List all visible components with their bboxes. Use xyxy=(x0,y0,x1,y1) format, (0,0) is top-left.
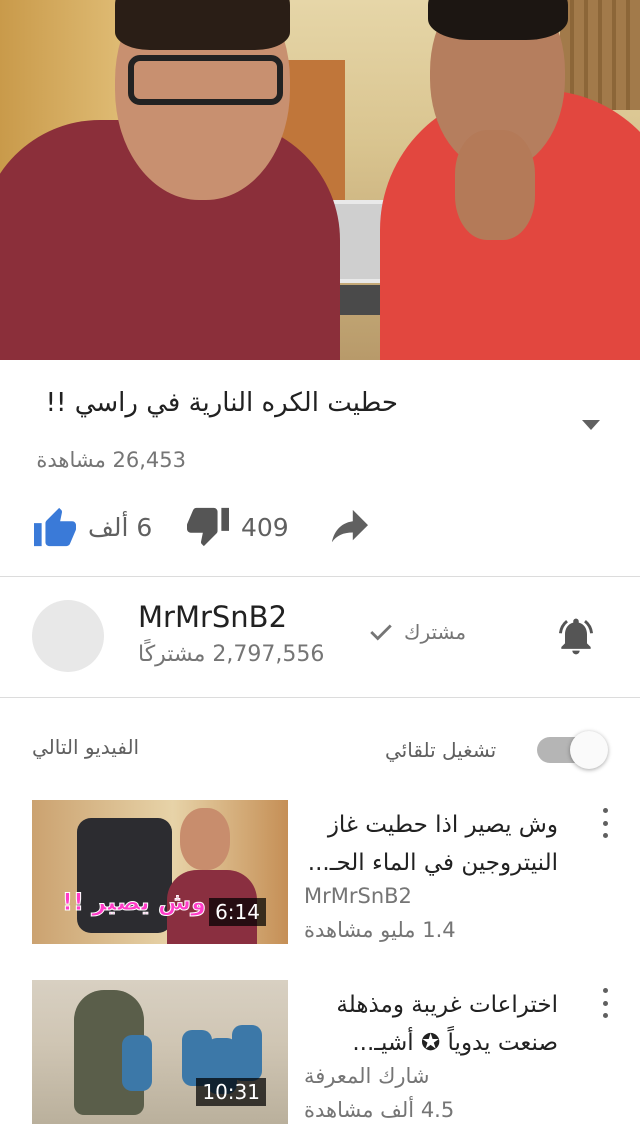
action-row: 6 ألف 409 xyxy=(0,500,640,554)
video-frame-person xyxy=(455,130,535,240)
divider xyxy=(0,697,640,698)
dislike-button[interactable]: 409 xyxy=(185,506,289,548)
video-thumbnail[interactable]: 10:31 xyxy=(32,980,288,1124)
duration-badge: 10:31 xyxy=(196,1078,266,1106)
item-channel: MrMrSnB2 xyxy=(304,884,412,908)
autoplay-toggle-knob[interactable] xyxy=(570,731,608,769)
item-title[interactable]: وش يصير اذا حطيت غاز النيتروجين في الماء… xyxy=(298,806,558,882)
bell-icon xyxy=(558,618,594,655)
subscriber-count: 2,797,556 مشتركًا xyxy=(138,642,325,667)
thumbs-up-icon xyxy=(34,507,76,547)
video-frame-person xyxy=(428,0,568,40)
channel-name[interactable]: MrMrSnB2 xyxy=(138,600,287,634)
list-item[interactable]: وش يصير !! 6:14 وش يصير اذا حطيت غاز الن… xyxy=(0,800,640,950)
view-count: 26,453 مشاهدة xyxy=(36,448,186,472)
share-button[interactable] xyxy=(326,508,372,546)
chevron-down-icon[interactable] xyxy=(582,420,600,430)
more-vert-icon[interactable] xyxy=(598,988,612,1018)
dislike-count: 409 xyxy=(241,512,289,542)
video-frame-person xyxy=(128,55,283,105)
list-item[interactable]: 10:31 اختراعات غريبة ومذهلة صنعت يدوياً … xyxy=(0,980,640,1130)
thumbnail-art xyxy=(232,1025,262,1081)
thumbnail-art xyxy=(180,808,230,870)
item-title[interactable]: اختراعات غريبة ومذهلة صنعت يدوياً ✪ أشيـ… xyxy=(298,986,558,1062)
share-icon xyxy=(331,509,368,543)
thumbnail-art xyxy=(122,1035,152,1091)
item-views: 4.5 ألف مشاهدة xyxy=(304,1098,455,1122)
item-channel: شارك المعرفة xyxy=(304,1064,430,1088)
thumbnail-caption: وش يصير !! xyxy=(61,888,207,917)
video-player[interactable] xyxy=(0,0,640,360)
channel-avatar[interactable] xyxy=(32,600,104,672)
autoplay-label: تشغيل تلقائي xyxy=(385,738,497,762)
subscribed-button[interactable]: مشترك xyxy=(368,620,466,644)
more-vert-icon[interactable] xyxy=(598,808,612,838)
video-thumbnail[interactable]: وش يصير !! 6:14 xyxy=(32,800,288,944)
item-views: 1.4 مليو مشاهدة xyxy=(304,918,456,942)
duration-badge: 6:14 xyxy=(209,898,266,926)
video-title: حطيت الكره النارية في راسي !! xyxy=(45,388,398,418)
up-next-label: الفيديو التالي xyxy=(32,735,140,759)
like-count: 6 ألف xyxy=(88,512,153,542)
divider xyxy=(0,576,640,577)
thumbs-down-icon xyxy=(187,507,229,547)
check-icon xyxy=(370,624,392,641)
subscribed-label: مشترك xyxy=(404,620,467,644)
video-frame-person xyxy=(115,0,290,50)
like-button[interactable]: 6 ألف xyxy=(32,506,152,548)
notification-bell-button[interactable] xyxy=(554,614,598,662)
